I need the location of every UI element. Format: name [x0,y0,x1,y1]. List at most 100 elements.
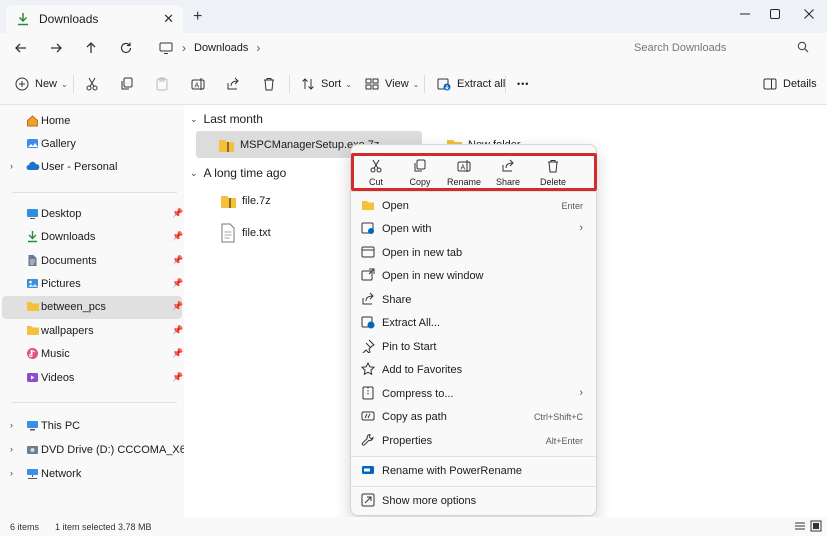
tab-title: Downloads [39,12,99,26]
menu-item-extract-all[interactable]: Extract All... [355,312,593,334]
svg-text:A: A [461,165,466,172]
copy-action-button[interactable]: Copy [398,158,442,190]
minimize-button[interactable] [730,3,760,25]
menu-item-properties[interactable]: Properties Alt+Enter [355,430,593,452]
pin-icon: 📌 [172,348,184,358]
details-view-icon [795,522,805,530]
chevron-right-icon[interactable]: › [10,444,13,454]
wrench-icon [361,433,375,450]
divider [12,402,177,403]
group-header-long-time-ago[interactable]: ⌄ A long time ago [190,166,286,180]
arrow-up-icon [86,42,96,53]
close-tab-icon[interactable]: ✕ [163,11,174,27]
sidebar-item-wallpapers[interactable]: wallpapers 📌 [2,320,183,343]
sidebar-item-this-pc[interactable]: › This PC [2,415,182,438]
menu-item-compress-to[interactable]: Compress to... › [355,383,593,405]
chevron-right-icon[interactable]: › [10,161,13,171]
menu-item-show-more-options[interactable]: Show more options [355,490,593,512]
sidebar-item-onedrive[interactable]: › User - Personal [2,156,182,179]
breadcrumb[interactable]: › Downloads › [152,36,617,60]
maximize-button[interactable] [760,3,790,25]
divider [351,456,598,457]
menu-item-open-with[interactable]: Open with › [355,218,593,240]
quick-actions-row: Cut Copy A Rename Share Delete [351,149,598,191]
menu-item-share[interactable]: Share [355,289,593,311]
forward-button[interactable] [45,38,67,58]
group-header-last-month[interactable]: ⌄ Last month [190,112,263,126]
share-button[interactable] [225,75,241,93]
cut-icon [84,76,100,92]
sidebar-item-music[interactable]: Music 📌 [2,343,184,366]
delete-button[interactable] [261,75,277,93]
navigation-pane: Home Gallery › User - Personal Desktop 📌… [0,105,235,517]
sidebar-item-dvd-drive[interactable]: › DVD Drive (D:) CCCOMA_X64FRE_EN [2,439,235,462]
sidebar-item-documents[interactable]: Documents 📌 [2,250,183,273]
sidebar-item-pictures[interactable]: Pictures 📌 [2,273,183,296]
up-button[interactable] [80,38,102,58]
sidebar-item-downloads[interactable]: Downloads 📌 [2,226,183,249]
copy-icon [119,76,135,92]
open-with-icon [361,221,375,238]
menu-item-open-new-window[interactable]: Open in new window [355,265,593,287]
divider [505,75,506,93]
file-item[interactable]: file.txt [220,222,271,244]
rename-button[interactable]: A [190,75,206,93]
cut-button[interactable] [84,75,100,93]
tab-downloads[interactable]: Downloads ✕ [6,5,183,33]
details-button[interactable]: Details [762,75,817,93]
sidebar-item-desktop[interactable]: Desktop 📌 [2,203,183,226]
tiles-view-toggle[interactable] [810,520,822,534]
refresh-icon [120,42,132,54]
sidebar-item-videos[interactable]: Videos 📌 [2,367,183,390]
close-window-button[interactable] [794,3,824,25]
more-options-icon [361,493,375,510]
more-options-button[interactable]: ••• [517,75,529,93]
back-button[interactable] [10,38,32,58]
divider [12,192,177,193]
menu-item-pin-to-start[interactable]: Pin to Start [355,336,593,358]
cut-action-button[interactable]: Cut [354,158,398,190]
extract-all-label: Extract all [457,78,506,90]
menu-item-copy-as-path[interactable]: Copy as path Ctrl+Shift+C [355,406,593,428]
delete-action-button[interactable]: Delete [531,158,575,190]
context-menu: Cut Copy A Rename Share Delete Open Ente… [350,144,598,516]
sort-button[interactable]: Sort ⌄ [300,75,352,93]
menu-item-powerrename[interactable]: Rename with PowerRename [355,460,593,482]
chevron-right-icon[interactable]: › [10,420,13,430]
sidebar-item-network[interactable]: › Network [2,463,182,486]
search-input[interactable]: Search Downloads [634,42,726,54]
new-button[interactable]: New ⌄ [14,75,68,93]
menu-item-add-favorites[interactable]: Add to Favorites [355,359,593,381]
view-button[interactable]: View ⌄ [364,75,419,93]
zip-folder-icon [220,193,236,209]
menu-item-open[interactable]: Open Enter [355,195,593,217]
new-label: New [35,78,58,90]
folder-icon [26,324,40,339]
menu-item-open-new-tab[interactable]: Open in new tab [355,242,593,264]
refresh-button[interactable] [115,38,137,58]
maximize-icon [770,9,780,19]
extract-icon [361,315,375,332]
paste-button[interactable] [154,75,170,93]
extract-all-button[interactable]: Extract all [436,75,505,93]
home-icon [26,114,39,130]
share-action-button[interactable]: Share [486,158,530,190]
sidebar-item-home[interactable]: Home [2,110,182,133]
arrow-left-icon [15,43,26,53]
powerrename-icon [361,463,375,480]
copy-button[interactable] [119,75,135,93]
chevron-down-icon: ⌄ [345,79,352,89]
chevron-right-icon[interactable]: › [10,468,13,478]
breadcrumb-item-downloads[interactable]: Downloads [194,42,248,54]
sidebar-item-between-pcs[interactable]: between_pcs 📌 [2,296,183,319]
view-icon [364,76,380,92]
download-icon [26,230,39,246]
sidebar-item-gallery[interactable]: Gallery [2,133,182,156]
folder-icon [26,300,40,315]
rename-action-button[interactable]: A Rename [442,158,486,190]
share-icon [225,76,241,92]
file-item[interactable]: file.7z [220,191,271,211]
search-box[interactable]: Search Downloads [626,36,819,60]
details-view-toggle[interactable] [794,520,806,534]
new-tab-button[interactable]: + [193,8,202,26]
